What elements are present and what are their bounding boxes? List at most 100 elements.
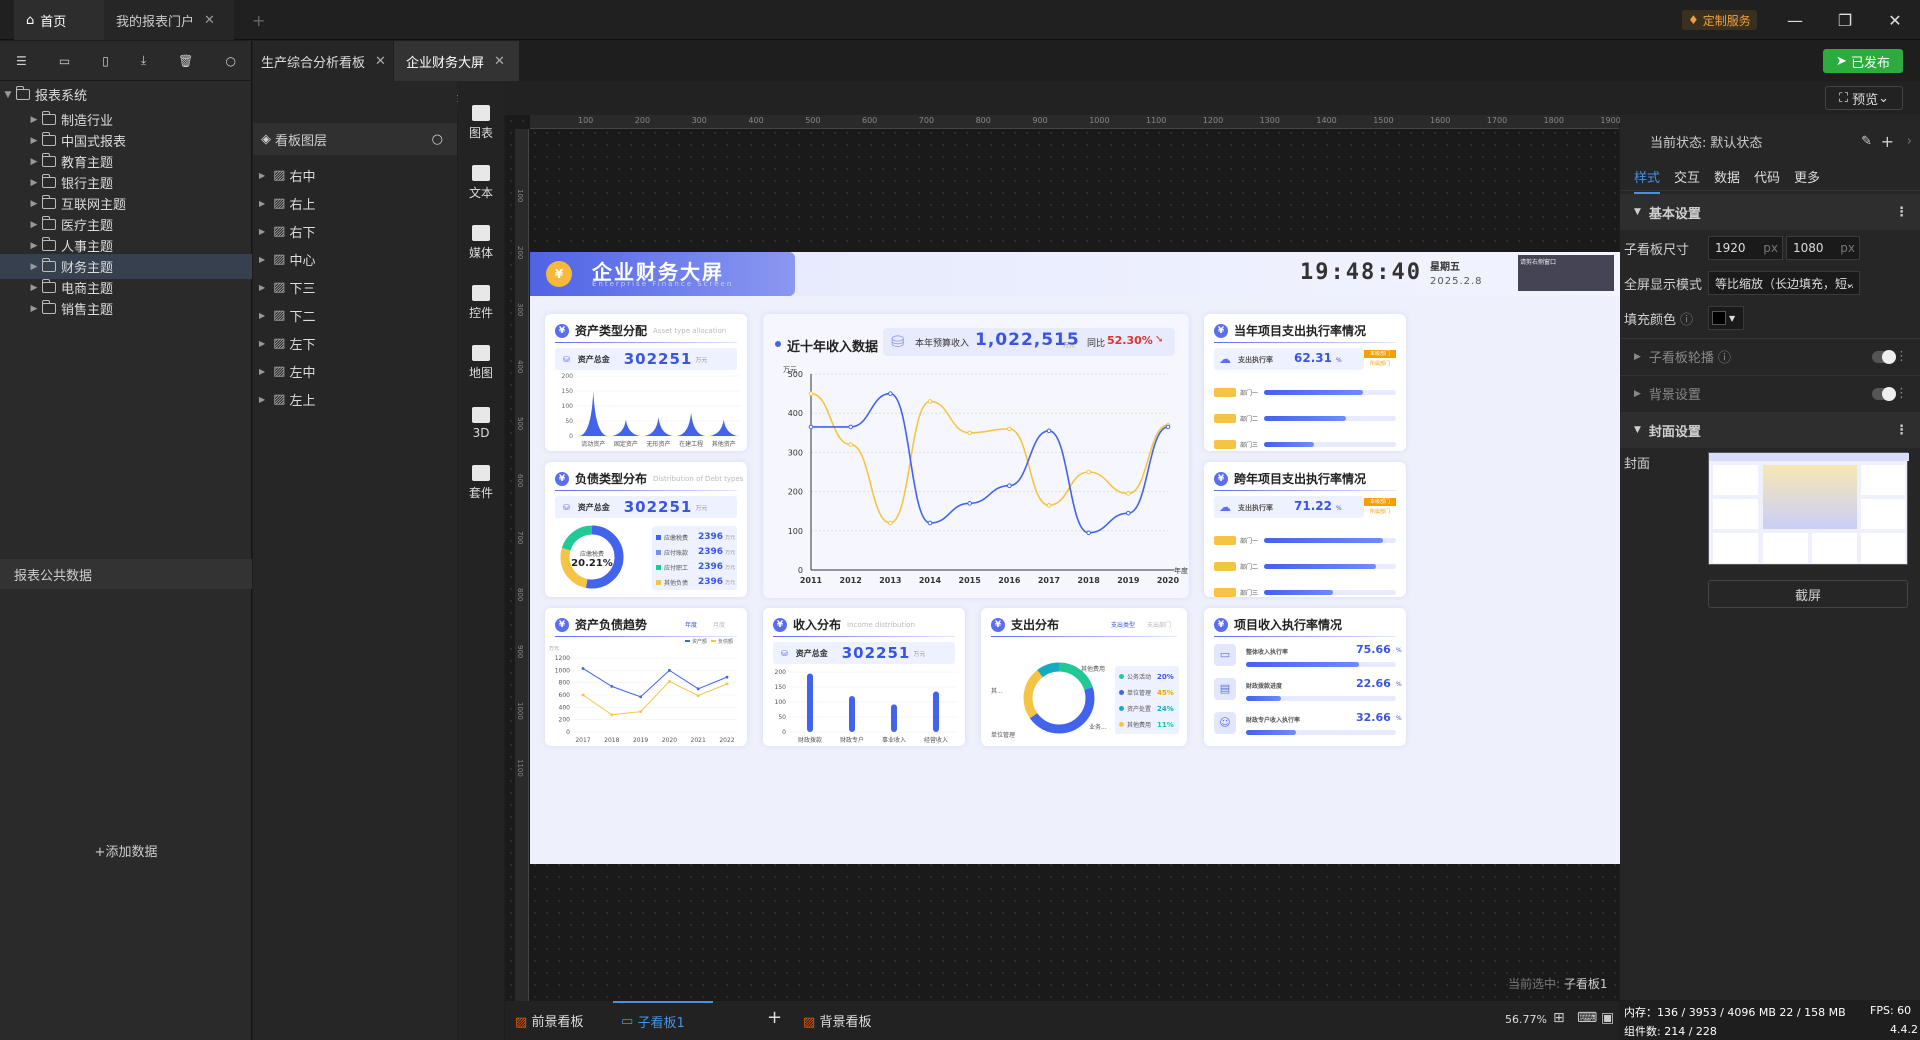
income-total-value: 302251 (841, 644, 911, 662)
preview-button[interactable]: ⛶ 预览 ⌄ (1825, 86, 1903, 110)
search-icon[interactable]: ○ (432, 132, 443, 147)
expand-icon[interactable]: ▶ (26, 283, 42, 293)
tree-item[interactable]: ▶ 销售主题 (0, 296, 252, 321)
component-6[interactable]: 套件 (458, 455, 504, 511)
expand-icon[interactable]: ▶ (26, 220, 42, 230)
component-4[interactable]: 地图 (458, 335, 504, 391)
prop-tab[interactable]: 样式 (1634, 167, 1661, 194)
layer-item[interactable]: ▶ ▨ 左上 (253, 385, 457, 413)
more-icon[interactable]: ⋮ (1895, 205, 1908, 220)
expand-icon[interactable]: ▶ (26, 199, 42, 209)
publish-button[interactable]: ➤ 已发布 (1823, 49, 1903, 73)
expand-icon[interactable]: ▶ (26, 178, 42, 188)
layer-item[interactable]: ▶ ▨ 右中 (253, 161, 457, 189)
screenshot-button[interactable]: 截屏 (1708, 580, 1908, 608)
expand-icon[interactable]: ▶ (26, 157, 42, 167)
expand-icon[interactable]: ▶ (259, 395, 265, 404)
sub-board-tab[interactable]: ▭ 子看板1 (613, 1001, 713, 1040)
close-icon[interactable]: ✕ (375, 54, 386, 69)
expense-tab-type[interactable]: 支出类型 (1111, 620, 1135, 629)
new-tab-button[interactable]: + (240, 0, 277, 40)
add-data-button[interactable]: +添加数据 (0, 841, 252, 860)
component-2[interactable]: 媒体 (458, 215, 504, 271)
restore-button[interactable]: ❐ (1822, 0, 1868, 40)
fullscreen-select[interactable]: 等比缩放（长边填充，短... ⌄ (1708, 271, 1860, 295)
income-total-unit: 万元 (913, 650, 926, 658)
front-board-tab[interactable]: ▨ 前景看板 (515, 1011, 583, 1030)
custom-service-button[interactable]: ♦ 定制服务 (1682, 10, 1757, 30)
delete-icon[interactable]: 🗑 (178, 54, 193, 68)
prop-tab[interactable]: 交互 (1674, 167, 1700, 186)
cover-section-header[interactable]: ▼ 封面设置 ⋮ (1620, 412, 1920, 448)
terminal-icon[interactable]: ▣ (1601, 1010, 1614, 1026)
expand-icon[interactable]: ▶ (26, 262, 42, 272)
fill-color-picker[interactable]: ▼ (1708, 306, 1744, 330)
component-0[interactable]: 图表 (458, 95, 504, 151)
layer-item[interactable]: ▶ ▨ 右下 (253, 217, 457, 245)
expand-icon[interactable]: ▶ (26, 241, 42, 251)
keyboard-icon[interactable]: ⌨ (1577, 1010, 1597, 1026)
layer-item[interactable]: ▶ ▨ 下三 (253, 273, 457, 301)
thumb-header (1709, 453, 1909, 461)
expand-icon[interactable]: ▶ (26, 136, 42, 146)
basic-section-header[interactable]: ▼ 基本设置 ⋮ (1620, 194, 1920, 230)
expense-tab-dept[interactable]: 支出部门 (1147, 620, 1171, 629)
editor-tab-1[interactable]: 生产综合分析看板 ✕ (253, 41, 393, 81)
expand-icon[interactable]: ▶ (259, 283, 265, 292)
editor-tab-2[interactable]: 企业财务大屏 ✕ (394, 41, 519, 81)
expand-icon[interactable]: ▶ (259, 227, 265, 236)
background-toggle[interactable] (1872, 387, 1896, 401)
add-board-button[interactable]: + (767, 1007, 782, 1028)
back-board-tab[interactable]: ▨ 背景看板 (803, 1011, 871, 1030)
trend-tab-year[interactable]: 年度 (685, 620, 697, 629)
edit-icon[interactable]: ✎ (1861, 134, 1872, 149)
search-icon[interactable]: ○ (225, 54, 235, 68)
prop-tab[interactable]: 数据 (1714, 167, 1740, 186)
expand-icon[interactable]: ▶ (259, 255, 265, 264)
add-icon[interactable]: + (1881, 132, 1894, 151)
expand-icon[interactable]: ▶ (26, 304, 42, 314)
layer-item[interactable]: ▶ ▨ 下二 (253, 301, 457, 329)
expand-icon[interactable]: ▶ (259, 171, 265, 180)
portal-tab[interactable]: 我的报表门户 ✕ (104, 0, 234, 40)
download-icon[interactable]: ⤓ (141, 53, 146, 68)
collapse-icon[interactable]: ▼ (0, 90, 16, 100)
chevron-right-icon[interactable]: › (1907, 134, 1912, 149)
dashboard-preview[interactable]: ¥ 企业财务大屏 Enterprise Finance Screen 19:48… (530, 252, 1620, 864)
more-icon[interactable]: ⋮ (1895, 349, 1908, 364)
height-input[interactable]: 1080 px (1786, 236, 1860, 260)
more-icon[interactable]: ⋮ (1895, 423, 1908, 438)
carousel-toggle[interactable] (1872, 350, 1896, 364)
fit-icon[interactable]: ⊞ (1553, 1010, 1565, 1026)
home-tab[interactable]: ⌂ 首页 (14, 0, 104, 40)
carousel-section[interactable]: ▶ 子看板轮播 ⓘ ⋮ (1620, 338, 1920, 374)
trend-tab-month[interactable]: 月度 (713, 620, 725, 629)
expand-icon[interactable]: ▶ (259, 311, 265, 320)
prop-tab[interactable]: 更多 (1794, 167, 1820, 186)
new-folder-icon[interactable]: ▭ (59, 54, 70, 68)
close-icon[interactable]: ✕ (204, 13, 215, 28)
expand-icon[interactable]: ▶ (26, 115, 42, 125)
width-input[interactable]: 1920 px (1708, 236, 1783, 260)
layer-item[interactable]: ▶ ▨ 右上 (253, 189, 457, 217)
tree-root[interactable]: ▼ 报表系统 (0, 82, 252, 107)
layer-item[interactable]: ▶ ▨ 中心 (253, 245, 457, 273)
expand-icon[interactable]: ▶ (259, 367, 265, 376)
minimize-button[interactable]: — (1772, 0, 1818, 40)
component-5[interactable]: 3D (458, 395, 504, 451)
zoom-level[interactable]: 56.77% (1505, 1013, 1547, 1026)
card-title: ¥ 负债类型分布 Distribution of Debt types (555, 470, 743, 487)
background-section[interactable]: ▶ 背景设置 ⋮ (1620, 375, 1920, 411)
close-window-button[interactable]: ✕ (1872, 0, 1918, 40)
component-1[interactable]: 文本 (458, 155, 504, 211)
layer-item[interactable]: ▶ ▨ 左下 (253, 329, 457, 357)
expand-icon[interactable]: ▶ (259, 199, 265, 208)
expand-icon[interactable]: ▶ (259, 339, 265, 348)
prop-tab[interactable]: 代码 (1754, 167, 1780, 186)
more-icon[interactable]: ⋮ (1895, 386, 1908, 401)
close-icon[interactable]: ✕ (494, 54, 505, 69)
new-file-icon[interactable]: ▯ (102, 54, 109, 68)
menu-icon[interactable]: ☰ (16, 54, 27, 68)
layer-item[interactable]: ▶ ▨ 左中 (253, 357, 457, 385)
component-3[interactable]: 控件 (458, 275, 504, 331)
